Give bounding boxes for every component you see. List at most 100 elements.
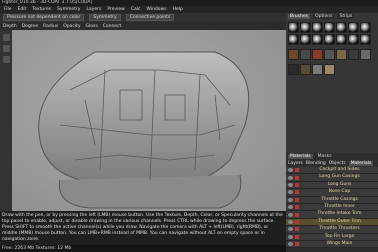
lock-icon[interactable] [295, 168, 299, 173]
tab-blending[interactable]: Blending [306, 161, 326, 166]
material-swatch[interactable] [300, 49, 311, 60]
brush-tile[interactable] [324, 22, 335, 33]
brush-tile[interactable] [348, 34, 359, 45]
menu-help[interactable]: Help [173, 7, 183, 12]
menu-layers[interactable]: Layers [86, 7, 101, 12]
list-item[interactable]: Throttle Thrusters [286, 226, 378, 234]
brush-tile[interactable] [360, 22, 371, 33]
lock-icon[interactable] [295, 234, 299, 239]
tab-masks[interactable]: Masks [315, 154, 334, 159]
material-name: Long Guns [327, 181, 352, 187]
brush-tile[interactable] [312, 34, 323, 45]
eye-icon[interactable] [288, 168, 293, 173]
gloss-slider[interactable]: Gloss [86, 24, 98, 29]
lock-icon[interactable] [295, 175, 299, 180]
eye-icon[interactable] [288, 234, 293, 239]
material-swatch[interactable] [300, 64, 311, 75]
eye-icon[interactable] [288, 242, 293, 247]
material-name: Nose Cap [328, 189, 351, 195]
eye-icon[interactable] [288, 212, 293, 217]
material-name: Throttle Inner [324, 203, 355, 209]
brush-tile[interactable] [324, 34, 335, 45]
menu-symmetry[interactable]: Symmetry [57, 7, 80, 12]
menu-calc[interactable]: Calc [131, 7, 141, 12]
list-item[interactable]: Nose Cap [286, 189, 378, 197]
top-toolbar: Pressure not dependent on color Symmetry… [0, 13, 290, 22]
right-panel: Brushes Options Strips Materials Masks L… [286, 13, 378, 252]
tab-brushes[interactable]: Brushes [288, 14, 311, 19]
tab-materials-list[interactable]: Materials [348, 161, 374, 166]
brush-tile[interactable] [336, 22, 347, 33]
symmetry-toggle[interactable]: Symmetry [89, 14, 121, 21]
tab-strips[interactable]: Strips [337, 14, 355, 19]
brush-tile[interactable] [300, 34, 311, 45]
list-item[interactable]: Wings Main [286, 240, 378, 249]
list-item[interactable]: Throttle Casings [286, 196, 378, 204]
menu-edit[interactable]: Edit [18, 7, 27, 12]
rotate-tool-icon[interactable] [2, 45, 10, 52]
list-item[interactable]: Long Gun Casings [286, 174, 378, 182]
brush-tile[interactable] [288, 22, 299, 33]
list-item[interactable]: Throttle Intake Trim [286, 211, 378, 219]
eye-icon[interactable] [288, 227, 293, 232]
menu-textures[interactable]: Textures [32, 7, 51, 12]
status-bar: Free: 2263 Mb Textures: 12 Mb [0, 245, 286, 252]
material-name: Top Fin Large [324, 233, 355, 239]
eye-icon[interactable] [288, 197, 293, 202]
tab-materials[interactable]: Materials [288, 154, 313, 159]
eye-icon[interactable] [288, 182, 293, 187]
material-swatch[interactable] [288, 64, 299, 75]
material-name: Throttle Casings [321, 196, 358, 202]
lock-icon[interactable] [295, 182, 299, 187]
lock-icon[interactable] [295, 219, 299, 224]
material-name: Throttle Outer Trim [318, 218, 361, 224]
eye-icon[interactable] [288, 175, 293, 180]
radius-slider[interactable]: Radius [43, 24, 58, 29]
eye-icon[interactable] [288, 219, 293, 224]
menu-file[interactable]: File [4, 7, 12, 12]
lock-icon[interactable] [295, 242, 299, 247]
lock-icon[interactable] [295, 190, 299, 195]
lock-icon[interactable] [295, 212, 299, 217]
eye-icon[interactable] [288, 205, 293, 210]
material-name: Throttle Intake Trim [317, 211, 362, 217]
connective-points-toggle[interactable]: Connective points [125, 14, 175, 21]
degree-slider[interactable]: Degree [22, 24, 38, 29]
tab-options[interactable]: Options [313, 14, 335, 19]
tab-objects[interactable]: Objects [329, 161, 346, 166]
material-name: Throttle Thrusters [319, 226, 360, 232]
lock-icon[interactable] [295, 205, 299, 210]
material-name: Long Gun Casings [319, 174, 360, 180]
brush-tile[interactable] [300, 22, 311, 33]
material-swatches [286, 47, 378, 62]
material-swatch[interactable] [312, 64, 323, 75]
lock-icon[interactable] [295, 197, 299, 202]
tab-layers[interactable]: Layers [288, 161, 303, 166]
eye-icon[interactable] [288, 190, 293, 195]
brush-tile[interactable] [336, 34, 347, 45]
brush-tile[interactable] [348, 22, 359, 33]
brush-tile[interactable] [288, 34, 299, 45]
menu-windows[interactable]: Windows [146, 7, 166, 12]
3d-viewport[interactable] [0, 30, 286, 211]
lock-icon[interactable] [295, 227, 299, 232]
pressure-select[interactable]: Pressure not dependent on color [3, 14, 85, 21]
zoom-tool-icon[interactable] [2, 56, 10, 63]
material-swatch[interactable] [312, 49, 323, 60]
list-item[interactable]: Top Fin Large [286, 233, 378, 241]
menu-preview[interactable]: Preview [107, 7, 125, 12]
move-tool-icon[interactable] [2, 34, 10, 41]
brush-tile[interactable] [312, 22, 323, 33]
opacity-slider[interactable]: Opacity [63, 24, 80, 29]
material-swatch[interactable] [324, 49, 335, 60]
brush-tabs: Brushes Options Strips [286, 13, 378, 20]
brush-tile[interactable] [360, 34, 371, 45]
connect-toggle[interactable]: Connect [103, 24, 122, 29]
material-swatch[interactable] [348, 49, 359, 60]
material-swatch[interactable] [288, 49, 299, 60]
material-swatch[interactable] [360, 49, 371, 60]
depth-slider[interactable]: Depth [3, 24, 17, 29]
model-render [38, 51, 250, 209]
material-swatch[interactable] [336, 49, 347, 60]
material-swatch[interactable] [324, 64, 335, 75]
